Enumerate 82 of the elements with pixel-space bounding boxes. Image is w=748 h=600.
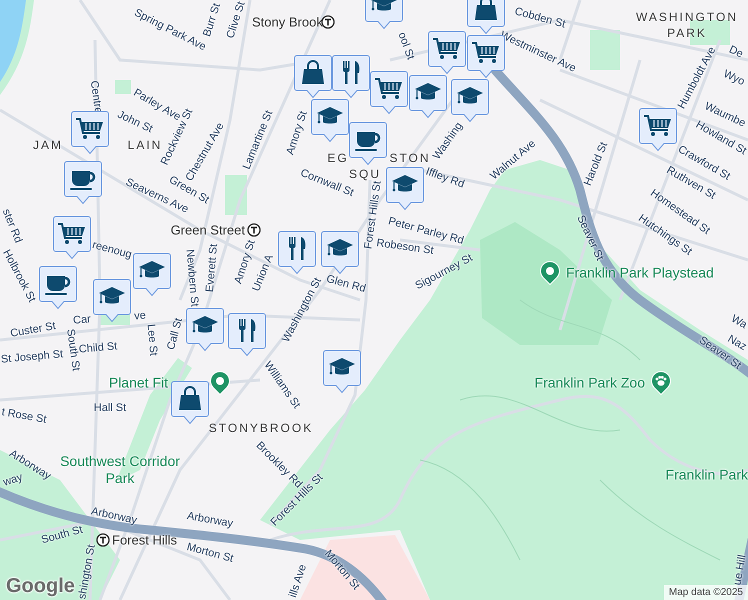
place-label[interactable]: Southwest Corridor Park (60, 453, 180, 487)
place-label[interactable]: Planet Fit (108, 374, 168, 392)
area-label: LAIN (128, 138, 162, 152)
map-attribution: Map data ©2025 (664, 585, 748, 600)
street-label: Burr St (201, 2, 223, 38)
street-label: Arborway (90, 505, 138, 527)
street-label: ster Rd (0, 207, 24, 245)
street-label: t Rose St (0, 406, 48, 426)
place-label[interactable]: Franklin Park Zoo (534, 374, 645, 392)
street-label: shington St (76, 544, 98, 600)
area-label: PARK (667, 26, 707, 40)
street-label: Robeson St (376, 237, 434, 257)
street-label: Wyo (722, 68, 746, 88)
transit-icon (247, 223, 261, 237)
place-label[interactable]: Franklin Park (666, 466, 748, 484)
graduation-cap-icon (139, 261, 165, 278)
area-label: SQU (349, 167, 381, 181)
fork-and-knife-icon (343, 61, 360, 84)
street-label: Child St (78, 340, 118, 356)
street-label: ool St (396, 30, 416, 62)
street-label: Glen Rd (324, 272, 368, 296)
street-label: South St (40, 524, 84, 546)
street-label: reenoug (90, 238, 134, 262)
graduation-cap-icon (192, 316, 218, 332)
area-label: JAM (33, 138, 63, 152)
street-label: De (727, 44, 745, 60)
graduation-cap-icon (317, 107, 343, 124)
graduation-cap-icon (371, 0, 397, 10)
coffee-cup-icon (70, 171, 96, 190)
street-label: ills Ave (287, 562, 309, 600)
street-label: ue Hill (731, 554, 748, 586)
coffee-cup-icon (45, 276, 70, 295)
street-label: Amory St (284, 110, 310, 156)
graduation-cap-icon (329, 358, 355, 374)
transit-icon (96, 533, 110, 547)
logo-text: Google (6, 575, 75, 598)
street-label: Clive St (224, 0, 248, 40)
street-label: Union A (250, 252, 276, 294)
graduation-cap-icon (392, 175, 418, 192)
street-label: Hall St (94, 402, 126, 414)
map-pin-icon[interactable] (210, 371, 230, 395)
area-label: STONYBROOK (208, 421, 314, 435)
street-label: Harold St (582, 140, 610, 188)
shopping-cart-icon (433, 38, 460, 59)
shopping-bag-icon (475, 0, 497, 20)
fork-and-knife-icon (289, 237, 306, 260)
shopping-bag-icon (179, 386, 201, 410)
street-label: Arborway (186, 510, 234, 530)
paw-pin-icon[interactable] (651, 371, 671, 395)
graduation-cap-icon (457, 87, 483, 104)
shopping-cart-icon (375, 78, 402, 99)
map-pin-icon[interactable] (540, 261, 560, 285)
shopping-cart-icon (644, 115, 671, 136)
place-label[interactable]: Franklin Park Playstead (566, 264, 714, 282)
shopping-cart-icon (58, 223, 85, 244)
station-label: Forest Hills (112, 532, 178, 548)
area-label: WASHINGTON (636, 10, 738, 24)
street-label: Custer St (9, 320, 57, 340)
area-label: STON (389, 151, 431, 165)
transit-icon (321, 15, 335, 29)
graduation-cap-icon (99, 287, 125, 304)
shopping-bag-icon (302, 60, 324, 84)
street-label: ve (134, 310, 146, 322)
street-label: John St (116, 108, 154, 136)
coffee-cup-icon (355, 132, 380, 151)
street-label: Wa (729, 312, 748, 332)
graduation-cap-icon (415, 83, 441, 100)
street-label: Car (72, 313, 92, 327)
street-label: Newbern St (184, 248, 200, 308)
street-label: Morton St (185, 541, 235, 565)
street-label: St Joseph St (0, 348, 64, 366)
area-label: EG (327, 151, 349, 165)
shopping-cart-icon (472, 42, 499, 63)
fork-and-knife-icon (239, 319, 256, 342)
shopping-cart-icon (76, 118, 103, 139)
street-label: Call St (165, 316, 185, 352)
station-label: Green Street (170, 222, 245, 238)
street-label: Cobden St (513, 5, 567, 31)
street-label: Iffley Rd (424, 166, 466, 190)
graduation-cap-icon (327, 239, 353, 256)
street-label: Everett St (204, 243, 220, 293)
street-label: Lee St (144, 324, 160, 356)
